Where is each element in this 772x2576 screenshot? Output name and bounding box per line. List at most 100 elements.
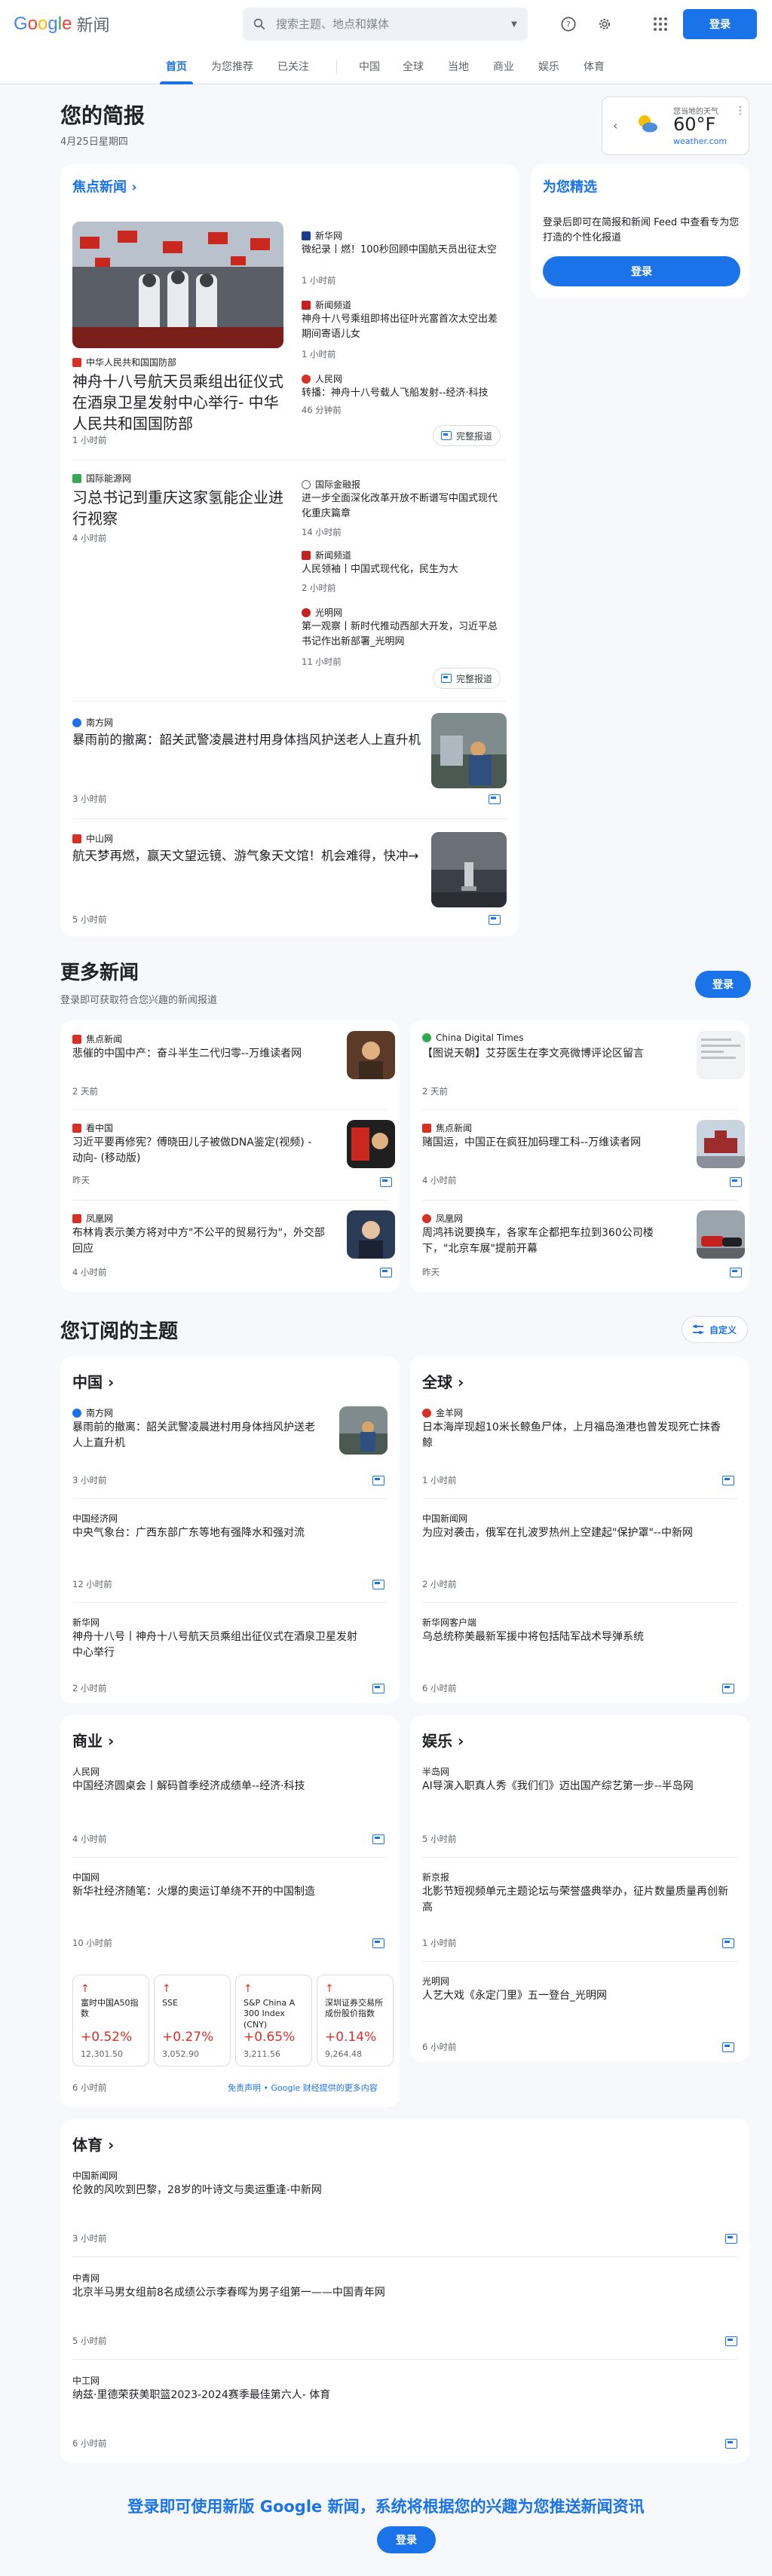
full-coverage-icon[interactable] (372, 1580, 384, 1589)
story-headline[interactable]: 日本海岸现超10米长鲸鱼尸体，上月福岛渔港也曾发现死亡抹香鲸 (422, 1420, 724, 1452)
stock-tile[interactable]: ↑ 深圳证券交易所成份股价指数 +0.14% 9,264.48 (317, 1975, 394, 2067)
publisher-icon (302, 607, 311, 617)
full-coverage-icon[interactable] (722, 1476, 734, 1485)
google-news-logo[interactable]: Google 新闻 (14, 12, 109, 36)
story-headline[interactable]: 伦敦的风吹到巴黎，28岁的叶诗文与奥运重逢-中新网 (72, 2183, 721, 2198)
full-coverage-icon[interactable] (489, 915, 501, 925)
lead-headline[interactable]: 习总书记到重庆这家氢能企业进行视察 (72, 487, 286, 529)
tab-home[interactable]: 首页 (166, 59, 187, 74)
topic-heading[interactable]: 商业 › (72, 1729, 114, 1751)
help-icon[interactable]: ? (558, 14, 579, 35)
article-thumbnail[interactable] (339, 1406, 388, 1455)
story-headline[interactable]: 人艺大戏《永定门里》五一登台_光明网 (422, 1988, 724, 2004)
article-thumbnail[interactable] (347, 1120, 395, 1168)
picks-signin-button[interactable]: 登录 (543, 256, 740, 286)
related-headline[interactable]: 进一步全面深化改革开放不断谱写中国式现代化重庆篇章 (302, 491, 507, 521)
story-headline[interactable]: 周鸿祎说要换车，各家车企都把车拉到360公司楼下，"北京车展"提前开幕 (422, 1225, 679, 1257)
full-coverage-icon[interactable] (489, 794, 501, 804)
related-headline[interactable]: 人民领袖丨中国式现代化，民生为大 (302, 562, 507, 577)
story-headline[interactable]: 航天梦再燃，赢天文望远镜、游气象天文馆！机会难得，快冲→ (72, 847, 427, 865)
full-coverage-icon[interactable] (730, 1268, 742, 1277)
tab-following[interactable]: 已关注 (277, 59, 309, 74)
search-icon[interactable] (243, 17, 276, 31)
related-headline[interactable]: 第一观察丨新时代推动西部大开发，习近平总书记作出新部署_光明网 (302, 620, 507, 649)
chevron-left-icon[interactable]: ‹ (613, 118, 617, 133)
weather-widget[interactable]: ‹ 您当地的天气 60°F weather.com ⋮ (602, 96, 749, 155)
story-headline[interactable]: AI导演入职真人秀《我们们》迈出国产综艺第一步--半岛网 (422, 1779, 724, 1794)
related-headline[interactable]: 神舟十八号乘组即将出征叶光富首次太空出差期间寄语儿女 (302, 312, 507, 341)
article-thumbnail[interactable] (697, 1210, 745, 1259)
full-coverage-icon[interactable] (722, 1684, 734, 1693)
customize-button[interactable]: 自定义 (682, 1316, 749, 1343)
story-headline[interactable]: 暴雨前的撤离：韶关武警凌晨进村用身体挡风护送老人上直升机 (72, 731, 427, 749)
story-headline[interactable]: 北京半马男女组前8名成绩公示李春晖为男子组第一——中国青年网 (72, 2285, 721, 2301)
tab-world[interactable]: 全球 (403, 59, 424, 74)
story-headline[interactable]: 中央气象台：广西东部广东等地有强降水和强对流 (72, 1525, 329, 1541)
astronauts-photo[interactable] (72, 222, 283, 348)
story-headline[interactable]: 暴雨前的撤离：韶关武警凌晨进村用身体挡风护送老人上直升机 (72, 1420, 321, 1452)
search-bar[interactable]: ▼ (243, 8, 528, 41)
article-thumbnail[interactable] (697, 1120, 745, 1168)
rescue-photo[interactable] (431, 713, 507, 788)
topic-heading[interactable]: 中国 › (72, 1370, 114, 1392)
tab-entertainment[interactable]: 娱乐 (538, 59, 559, 74)
related-headline[interactable]: 微纪录丨燃！100秒回顾中国航天员出征太空 (302, 243, 507, 258)
story-headline[interactable]: 北影节短视频单元主题论坛与荣誉盛典举办，征片数量质量再创新高 (422, 1884, 731, 1916)
story-headline[interactable]: 乌总统称美最新军援中将包括陆军战术导弹系统 (422, 1629, 724, 1645)
story-headline[interactable]: 中国经济圆桌会丨解码首季经济成绩单--经济·科技 (72, 1779, 359, 1794)
article-thumbnail[interactable] (347, 1210, 395, 1259)
story-headline[interactable]: 【图说天朝】艾芬医生在李文亮微博评论区留言 (422, 1046, 671, 1062)
timestamp: 6 小时前 (422, 1683, 457, 1693)
weather-source-link[interactable]: weather.com (673, 136, 727, 146)
full-coverage-icon[interactable] (725, 2439, 737, 2449)
more-vert-icon[interactable]: ⋮ (735, 105, 746, 117)
settings-gear-icon[interactable] (594, 14, 615, 35)
full-coverage-icon[interactable] (725, 2234, 737, 2244)
full-coverage-button[interactable]: 完整报道 (433, 668, 501, 689)
apps-grid-icon[interactable] (650, 14, 671, 35)
story-headline[interactable]: 神舟十八号丨神舟十八号航天员乘组出征仪式在酒泉卫星发射中心举行 (72, 1629, 359, 1661)
more-news-signin-button[interactable]: 登录 (695, 971, 751, 998)
tab-local[interactable]: 当地 (448, 59, 469, 74)
full-coverage-icon[interactable] (372, 1938, 384, 1948)
tab-china[interactable]: 中国 (359, 59, 380, 74)
topic-heading[interactable]: 体育 › (72, 2133, 114, 2155)
finance-disclaimer-link[interactable]: 免责声明 • Google 财经提供的更多内容 (228, 2082, 378, 2094)
topic-heading[interactable]: 娱乐 › (422, 1729, 464, 1751)
full-coverage-icon[interactable] (380, 1177, 392, 1187)
search-input[interactable] (276, 17, 501, 31)
observatory-photo[interactable] (431, 832, 507, 907)
full-coverage-icon[interactable] (725, 2336, 737, 2346)
full-coverage-icon[interactable] (722, 2042, 734, 2052)
full-coverage-icon[interactable] (730, 1177, 742, 1187)
stock-tile[interactable]: ↑ S&P China A 300 Index (CNY) +0.65% 3,2… (235, 1975, 312, 2067)
tab-business[interactable]: 商业 (493, 59, 514, 74)
footer-signin-button[interactable]: 登录 (377, 2526, 436, 2553)
topic-heading[interactable]: 全球 › (422, 1370, 464, 1392)
related-headline[interactable]: 转播：神舟十八号载人飞船发射--经济·科技 (302, 386, 507, 401)
story-headline[interactable]: 悲催的中国中产：奋斗半生二代归零--万维读者网 (72, 1046, 321, 1062)
story-headline[interactable]: 新华社经济随笔：火爆的奥运订单绕不开的中国制造 (72, 1884, 374, 1900)
search-dropdown-icon[interactable]: ▼ (501, 20, 528, 29)
stock-tile[interactable]: ↑ 富时中国A50指数 +0.52% 12,301.50 (72, 1975, 149, 2067)
full-coverage-icon[interactable] (380, 1268, 392, 1277)
article-thumbnail[interactable] (347, 1031, 395, 1079)
full-coverage-icon[interactable] (372, 1684, 384, 1693)
full-coverage-icon[interactable] (372, 1834, 384, 1844)
story-headline[interactable]: 赌国运，中国正在疯狂加码理工科--万维读者网 (422, 1135, 671, 1151)
story-headline[interactable]: 布林肯表示美方将对中方"不公平的贸易行为"，外交部回应 (72, 1225, 329, 1257)
stock-tile[interactable]: ↑ SSE +0.27% 3,052.90 (154, 1975, 231, 2067)
header-signin-button[interactable]: 登录 (683, 9, 757, 39)
top-stories-heading[interactable]: 焦点新闻 › (72, 176, 137, 196)
tune-icon (693, 1324, 703, 1335)
tab-for-you[interactable]: 为您推荐 (211, 59, 253, 74)
article-thumbnail[interactable] (697, 1031, 745, 1079)
full-coverage-button[interactable]: 完整报道 (433, 425, 501, 446)
full-coverage-icon[interactable] (372, 1476, 384, 1485)
lead-headline[interactable]: 神舟十八号航天员乘组出征仪式在酒泉卫星发射中心举行- 中华人民共和国国防部 (72, 371, 286, 434)
tab-sports[interactable]: 体育 (584, 59, 605, 74)
full-coverage-icon[interactable] (722, 1938, 734, 1948)
story-headline[interactable]: 为应对袭击，俄军在扎波罗热州上空建起"保护罩"--中新网 (422, 1525, 709, 1541)
story-headline[interactable]: 习近平要再修宪？傅晓田儿子被做DNA鉴定(视频) - 动向- (移动版) (72, 1135, 321, 1167)
story-headline[interactable]: 纳兹·里德荣获美职篮2023-2024赛季最佳第六人- 体育 (72, 2388, 721, 2403)
